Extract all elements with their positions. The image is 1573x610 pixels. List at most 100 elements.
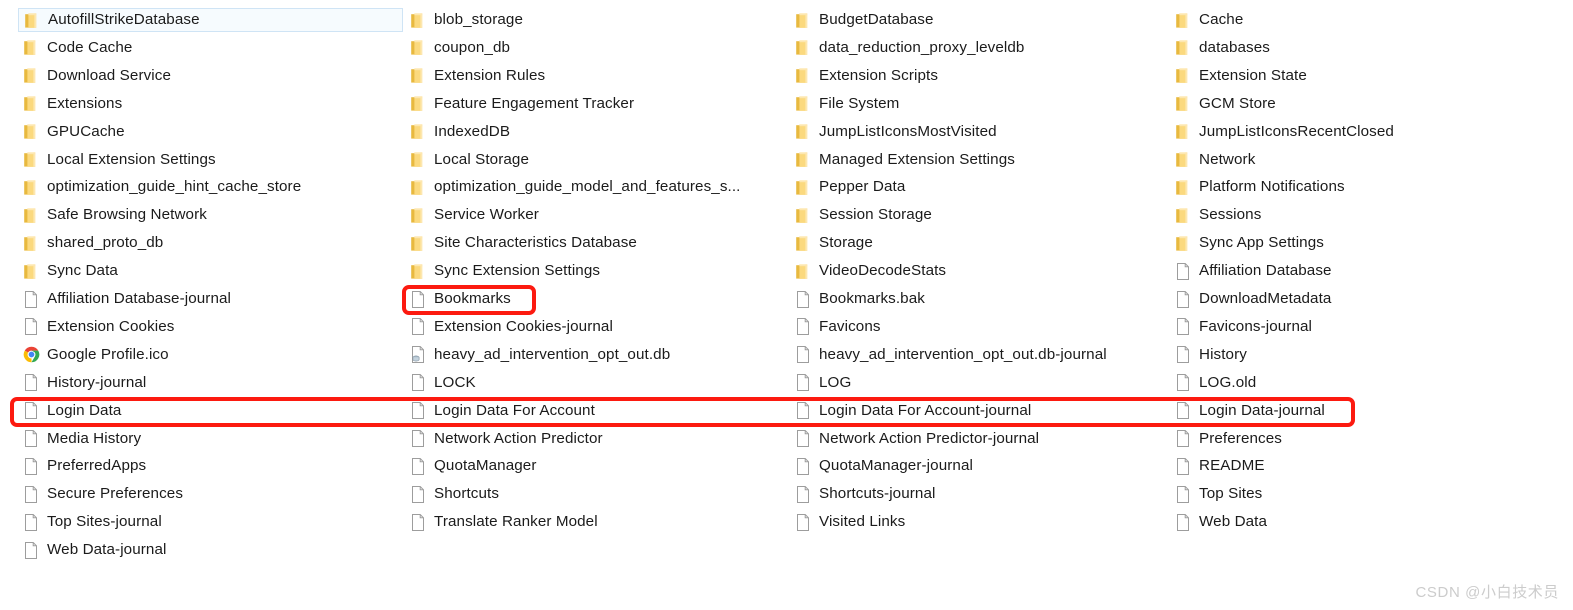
folder-icon xyxy=(410,66,427,85)
folder-item[interactable]: Platform Notifications xyxy=(1170,175,1351,199)
entry-label: blob_storage xyxy=(434,11,524,28)
folder-item[interactable]: shared_proto_db xyxy=(18,231,169,255)
file-item[interactable]: Top Sites xyxy=(1170,482,1268,506)
file-item[interactable]: History-journal xyxy=(18,371,152,395)
folder-icon xyxy=(1175,178,1192,197)
file-item[interactable]: Media History xyxy=(18,427,147,451)
file-item[interactable]: Google Profile.ico xyxy=(18,343,175,367)
file-item[interactable]: Bookmarks xyxy=(405,287,517,311)
file-item[interactable]: Web Data-journal xyxy=(18,538,173,562)
folder-item[interactable]: JumpListIconsRecentClosed xyxy=(1170,120,1400,144)
folder-item[interactable]: File System xyxy=(790,92,905,116)
folder-item[interactable]: AutofillStrikeDatabase xyxy=(18,8,403,32)
file-item[interactable]: Translate Ranker Model xyxy=(405,510,604,534)
folder-item[interactable]: Download Service xyxy=(18,64,177,88)
entry-label: heavy_ad_intervention_opt_out.db-journal xyxy=(819,345,1107,363)
file-item[interactable]: Login Data-journal xyxy=(1170,399,1331,423)
folder-item[interactable]: JumpListIconsMostVisited xyxy=(790,120,1003,144)
folder-item[interactable]: Sync Data xyxy=(18,259,124,283)
file-item[interactable]: Network Action Predictor-journal xyxy=(790,427,1045,451)
folder-item[interactable]: Service Worker xyxy=(405,203,545,227)
folder-item[interactable]: Session Storage xyxy=(790,203,938,227)
folder-item[interactable]: Extension State xyxy=(1170,64,1313,88)
file-item[interactable]: LOCK xyxy=(405,371,482,395)
file-icon xyxy=(1175,457,1192,476)
folder-item[interactable]: Feature Engagement Tracker xyxy=(405,92,640,116)
folder-item[interactable]: Network xyxy=(1170,148,1261,172)
folder-icon xyxy=(795,234,812,253)
folder-item[interactable]: VideoDecodeStats xyxy=(790,259,952,283)
file-item[interactable]: LOG.old xyxy=(1170,371,1262,395)
folder-item[interactable]: blob_storage xyxy=(405,8,529,32)
folder-icon xyxy=(1175,150,1192,169)
folder-item[interactable]: Local Extension Settings xyxy=(18,148,222,172)
file-item[interactable]: Favicons xyxy=(790,315,887,339)
folder-item[interactable]: Storage xyxy=(790,231,879,255)
folder-item[interactable]: Code Cache xyxy=(18,36,138,60)
entry-label: coupon_db xyxy=(434,38,511,56)
file-item[interactable]: DownloadMetadata xyxy=(1170,287,1337,311)
file-item[interactable]: QuotaManager xyxy=(405,454,543,478)
folder-item[interactable]: GCM Store xyxy=(1170,92,1282,116)
file-list-pane[interactable]: AutofillStrikeDatabase Code Cache Download… xyxy=(0,0,1573,610)
entry-label: Bookmarks xyxy=(434,290,511,307)
folder-item[interactable]: Extension Rules xyxy=(405,64,551,88)
folder-item[interactable]: BudgetDatabase xyxy=(790,8,940,32)
folder-item[interactable]: Safe Browsing Network xyxy=(18,203,213,227)
file-icon xyxy=(795,373,812,392)
file-item[interactable]: PreferredApps xyxy=(18,454,152,478)
folder-item[interactable]: optimization_guide_hint_cache_store xyxy=(18,175,307,199)
folder-item[interactable]: coupon_db xyxy=(405,36,516,60)
file-item[interactable]: README xyxy=(1170,454,1271,478)
file-item[interactable]: heavy_ad_intervention_opt_out.db-journal xyxy=(790,343,1113,367)
file-item[interactable]: heavy_ad_intervention_opt_out.db xyxy=(405,343,676,367)
entry-label: Site Characteristics Database xyxy=(434,234,637,252)
file-item[interactable]: Extension Cookies-journal xyxy=(405,315,619,339)
file-item[interactable]: History xyxy=(1170,343,1253,367)
entry-label: Sync Data xyxy=(47,262,118,280)
entry-label: Sync Extension Settings xyxy=(434,262,601,280)
file-item[interactable]: Affiliation Database xyxy=(1170,259,1338,283)
folder-item[interactable]: optimization_guide_model_and_features_s.… xyxy=(405,175,746,199)
folder-item[interactable]: data_reduction_proxy_leveldb xyxy=(790,36,1030,60)
folder-item[interactable]: Managed Extension Settings xyxy=(790,148,1021,172)
folder-item[interactable]: Extensions xyxy=(18,92,128,116)
file-icon xyxy=(795,457,812,476)
file-item[interactable]: QuotaManager-journal xyxy=(790,454,979,478)
folder-item[interactable]: GPUCache xyxy=(18,120,131,144)
file-item[interactable]: Affiliation Database-journal xyxy=(18,287,237,311)
file-item[interactable]: Shortcuts xyxy=(405,482,505,506)
entry-label: GPUCache xyxy=(47,122,125,140)
folder-item[interactable]: Pepper Data xyxy=(790,175,911,199)
file-item[interactable]: Shortcuts-journal xyxy=(790,482,942,506)
file-icon xyxy=(795,317,812,336)
file-item[interactable]: Visited Links xyxy=(790,510,911,534)
entry-label: Shortcuts xyxy=(434,485,500,503)
folder-item[interactable]: IndexedDB xyxy=(405,120,516,144)
file-item[interactable]: Login Data For Account-journal xyxy=(790,399,1037,423)
file-item[interactable]: Top Sites-journal xyxy=(18,510,168,534)
folder-item[interactable]: Sync App Settings xyxy=(1170,231,1330,255)
folder-item[interactable]: Cache xyxy=(1170,8,1249,32)
folder-icon xyxy=(23,206,40,225)
folder-item[interactable]: Local Storage xyxy=(405,148,535,172)
file-item[interactable]: LOG xyxy=(790,371,857,395)
entry-label: Extension Rules xyxy=(434,66,546,84)
file-item[interactable]: Favicons-journal xyxy=(1170,315,1318,339)
file-item[interactable]: Network Action Predictor xyxy=(405,427,609,451)
file-item[interactable]: Bookmarks.bak xyxy=(790,287,931,311)
file-item[interactable]: Secure Preferences xyxy=(18,482,189,506)
file-item[interactable]: Web Data xyxy=(1170,510,1273,534)
folder-item[interactable]: Sessions xyxy=(1170,203,1267,227)
entry-label: Local Extension Settings xyxy=(47,150,216,168)
file-item[interactable]: Login Data xyxy=(18,399,127,423)
folder-item[interactable]: Sync Extension Settings xyxy=(405,259,606,283)
folder-item[interactable]: Site Characteristics Database xyxy=(405,231,643,255)
file-item[interactable]: Preferences xyxy=(1170,427,1288,451)
csdn-watermark: CSDN @小白技术员 xyxy=(1415,584,1559,601)
file-item[interactable]: Login Data For Account xyxy=(405,399,601,423)
file-item[interactable]: Extension Cookies xyxy=(18,315,181,339)
file-icon xyxy=(795,485,812,504)
folder-item[interactable]: Extension Scripts xyxy=(790,64,944,88)
folder-item[interactable]: databases xyxy=(1170,36,1276,60)
